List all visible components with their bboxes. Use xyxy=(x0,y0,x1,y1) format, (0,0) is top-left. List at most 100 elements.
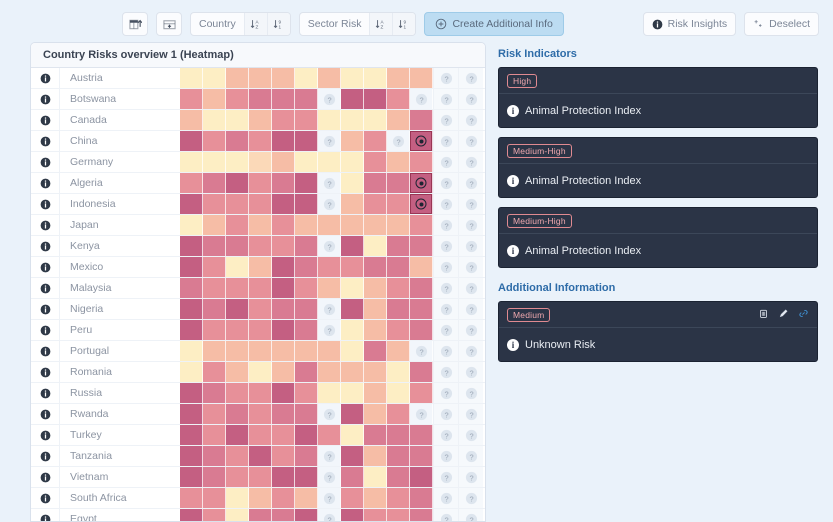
heatmap-cell[interactable] xyxy=(272,152,295,172)
heatmap-cell-unknown[interactable]: ? xyxy=(433,320,458,340)
row-info-button[interactable] xyxy=(31,152,59,172)
heatmap-cell-unknown[interactable]: ? xyxy=(410,89,433,109)
heatmap-cell[interactable] xyxy=(249,341,272,361)
table-row[interactable]: Peru??? xyxy=(31,320,485,341)
heatmap-cell-unknown[interactable]: ? xyxy=(433,467,458,487)
heatmap-cell[interactable] xyxy=(226,446,249,466)
heatmap-cell[interactable] xyxy=(318,215,341,235)
heatmap-cell[interactable] xyxy=(318,425,341,445)
heatmap-cell[interactable] xyxy=(203,425,226,445)
table-row[interactable]: Egypt??? xyxy=(31,509,485,522)
heatmap-cell[interactable] xyxy=(387,194,410,214)
table-row[interactable]: Tanzania??? xyxy=(31,446,485,467)
heatmap-cell[interactable] xyxy=(410,425,433,445)
heatmap-cell[interactable] xyxy=(387,488,410,508)
heatmap-cell[interactable] xyxy=(410,173,433,193)
heatmap-cell[interactable] xyxy=(272,299,295,319)
heatmap-cell[interactable] xyxy=(272,236,295,256)
country-name-cell[interactable]: Germany xyxy=(59,152,180,172)
heatmap-cell[interactable] xyxy=(180,341,203,361)
heatmap-cell-unknown[interactable]: ? xyxy=(318,446,341,466)
heatmap-cell[interactable] xyxy=(249,425,272,445)
country-name-cell[interactable]: Japan xyxy=(59,215,180,235)
heatmap-cell[interactable] xyxy=(364,299,387,319)
heatmap-cell-unknown[interactable]: ? xyxy=(458,299,483,319)
heatmap-cell-unknown[interactable]: ? xyxy=(410,341,433,361)
country-name-cell[interactable]: Kenya xyxy=(59,236,180,256)
heatmap-cell[interactable] xyxy=(203,257,226,277)
heatmap-cell[interactable] xyxy=(249,320,272,340)
heatmap-cell[interactable] xyxy=(203,278,226,298)
heatmap-cell[interactable] xyxy=(295,488,318,508)
heatmap-cell[interactable] xyxy=(226,341,249,361)
table-row[interactable]: South Africa??? xyxy=(31,488,485,509)
heatmap-cell[interactable] xyxy=(341,89,364,109)
heatmap-cell[interactable] xyxy=(180,110,203,130)
country-name-cell[interactable]: China xyxy=(59,131,180,151)
heatmap-cell-unknown[interactable]: ? xyxy=(433,152,458,172)
heatmap-cell[interactable] xyxy=(364,89,387,109)
heatmap-cell[interactable] xyxy=(249,131,272,151)
heatmap-cell-unknown[interactable]: ? xyxy=(458,320,483,340)
heatmap-cell-unknown[interactable]: ? xyxy=(433,404,458,424)
country-name-cell[interactable]: Indonesia xyxy=(59,194,180,214)
heatmap-cell-unknown[interactable]: ? xyxy=(433,257,458,277)
heatmap-cell-unknown[interactable]: ? xyxy=(433,446,458,466)
heatmap-cell[interactable] xyxy=(410,467,433,487)
heatmap-cell[interactable] xyxy=(387,341,410,361)
heatmap-cell[interactable] xyxy=(295,194,318,214)
heatmap-cell[interactable] xyxy=(203,215,226,235)
heatmap-cell[interactable] xyxy=(295,89,318,109)
heatmap-cell[interactable] xyxy=(272,425,295,445)
deselect-button[interactable]: Deselect xyxy=(744,12,819,36)
heatmap-cell[interactable] xyxy=(387,446,410,466)
heatmap-cell[interactable] xyxy=(410,194,433,214)
heatmap-cell-unknown[interactable]: ? xyxy=(433,341,458,361)
heatmap-cell-unknown[interactable]: ? xyxy=(458,110,483,130)
heatmap-cell[interactable] xyxy=(203,89,226,109)
heatmap-cell-unknown[interactable]: ? xyxy=(433,173,458,193)
country-name-cell[interactable]: Russia xyxy=(59,383,180,403)
heatmap-cell[interactable] xyxy=(180,89,203,109)
heatmap-cell[interactable] xyxy=(295,341,318,361)
heatmap-cell[interactable] xyxy=(272,215,295,235)
heatmap-cell[interactable] xyxy=(180,278,203,298)
heatmap-cell[interactable] xyxy=(341,236,364,256)
heatmap-cell[interactable] xyxy=(387,383,410,403)
heatmap-cell[interactable] xyxy=(387,404,410,424)
heatmap-cell-unknown[interactable]: ? xyxy=(433,425,458,445)
heatmap-cell[interactable] xyxy=(295,278,318,298)
heatmap-cell[interactable] xyxy=(341,131,364,151)
heatmap-cell[interactable] xyxy=(272,341,295,361)
heatmap-cell[interactable] xyxy=(410,320,433,340)
country-name-cell[interactable]: Canada xyxy=(59,110,180,130)
heatmap-cell[interactable] xyxy=(387,152,410,172)
heatmap-cell[interactable] xyxy=(249,257,272,277)
heatmap-cell[interactable] xyxy=(410,215,433,235)
heatmap-cell[interactable] xyxy=(387,467,410,487)
heatmap-cell[interactable] xyxy=(341,341,364,361)
heatmap-cell[interactable] xyxy=(203,68,226,88)
heatmap-cell[interactable] xyxy=(410,131,433,151)
heatmap-cell[interactable] xyxy=(203,320,226,340)
heatmap-cell[interactable] xyxy=(387,173,410,193)
heatmap-cell[interactable] xyxy=(180,68,203,88)
heatmap-cell-unknown[interactable]: ? xyxy=(458,509,483,522)
heatmap-cell[interactable] xyxy=(226,467,249,487)
heatmap-cell[interactable] xyxy=(180,173,203,193)
heatmap-cell-unknown[interactable]: ? xyxy=(318,404,341,424)
heatmap-cell[interactable] xyxy=(272,383,295,403)
heatmap-cell[interactable] xyxy=(180,194,203,214)
sector-risk-sort-alpha-button[interactable]: A Z xyxy=(369,13,392,35)
heatmap-cell[interactable] xyxy=(341,404,364,424)
heatmap-cell[interactable] xyxy=(387,68,410,88)
heatmap-cell[interactable] xyxy=(410,509,433,522)
heatmap-cell-unknown[interactable]: ? xyxy=(318,320,341,340)
heatmap-cell-unknown[interactable]: ? xyxy=(318,236,341,256)
heatmap-cell-unknown[interactable]: ? xyxy=(433,236,458,256)
heatmap-cell-unknown[interactable]: ? xyxy=(458,215,483,235)
create-additional-info-button[interactable]: Create Additional Info xyxy=(424,12,563,36)
row-info-button[interactable] xyxy=(31,320,59,340)
heatmap-cell[interactable] xyxy=(295,68,318,88)
heatmap-cell[interactable] xyxy=(180,383,203,403)
